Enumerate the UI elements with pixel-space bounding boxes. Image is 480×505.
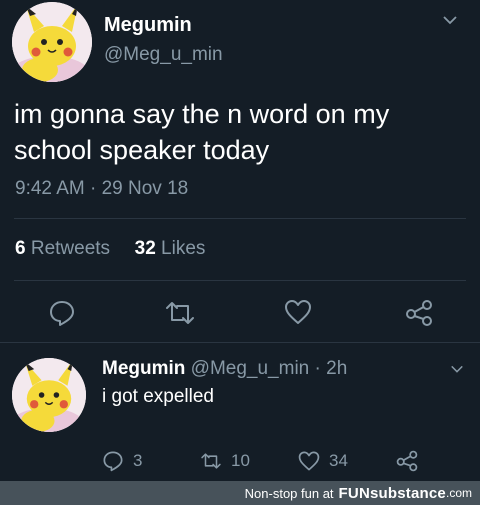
avatar[interactable]	[12, 358, 86, 432]
retweet-count: 10	[231, 451, 250, 470]
display-name[interactable]: Megumin	[104, 14, 192, 37]
likes-count: 32	[134, 238, 156, 259]
share-icon	[396, 450, 418, 472]
reply-count: 3	[133, 451, 143, 470]
main-tweet-actions	[0, 292, 480, 336]
user-handle[interactable]: @Meg_u_min	[104, 44, 223, 66]
footer-domain: .com	[445, 486, 472, 500]
watermark-footer: Non-stop fun at FUNsubstance .com	[0, 481, 480, 505]
footer-brand: FUNsubstance	[338, 484, 446, 502]
reply-header: Megumin @Meg_u_min · 2h	[102, 358, 347, 380]
chevron-down-icon[interactable]	[442, 12, 458, 28]
likes-label: Likes	[161, 238, 206, 259]
retweets-label: Retweets	[30, 238, 111, 259]
footer-tagline: Non-stop fun at	[244, 485, 334, 501]
pikachu-avatar-icon	[12, 2, 92, 82]
reply-reply-button[interactable]: 3	[102, 448, 142, 474]
divider	[0, 342, 480, 343]
like-icon	[298, 451, 320, 471]
tweet-detail-page: Megumin @Meg_u_min im gonna say the n wo…	[0, 0, 480, 505]
likes-stat[interactable]: 32 Likes	[135, 238, 206, 259]
tweet-timestamp[interactable]: 9:42 AM · 29 Nov 18	[15, 178, 188, 200]
reply-text: i got expelled	[102, 386, 214, 407]
reply-icon	[103, 451, 123, 472]
reply-display-name[interactable]: Megumin	[102, 358, 185, 379]
reply-icon[interactable]	[48, 299, 76, 327]
share-icon[interactable]	[405, 300, 433, 326]
like-count: 34	[329, 451, 348, 470]
engagement-stats: 6 Retweets 32 Likes	[15, 238, 205, 260]
reply-handle-time[interactable]: @Meg_u_min · 2h	[191, 358, 348, 379]
divider	[14, 280, 466, 281]
like-icon[interactable]	[284, 299, 312, 325]
main-tweet-header: Megumin @Meg_u_min	[12, 2, 468, 82]
reply-actions: 3 10 34	[0, 448, 480, 474]
chevron-down-icon[interactable]	[450, 362, 464, 376]
reply-like-button[interactable]: 34	[298, 448, 348, 474]
retweet-icon[interactable]	[164, 300, 196, 326]
tweet-text: im gonna say the n word on my school spe…	[14, 99, 390, 165]
retweets-count: 6	[15, 238, 26, 259]
pikachu-avatar-icon	[12, 358, 86, 432]
avatar[interactable]	[12, 2, 92, 82]
retweets-stat[interactable]: 6 Retweets	[15, 238, 115, 259]
reply-retweet-button[interactable]: 10	[200, 448, 250, 474]
retweet-icon	[201, 453, 221, 469]
reply-share-button[interactable]	[396, 448, 427, 474]
divider	[14, 218, 466, 219]
